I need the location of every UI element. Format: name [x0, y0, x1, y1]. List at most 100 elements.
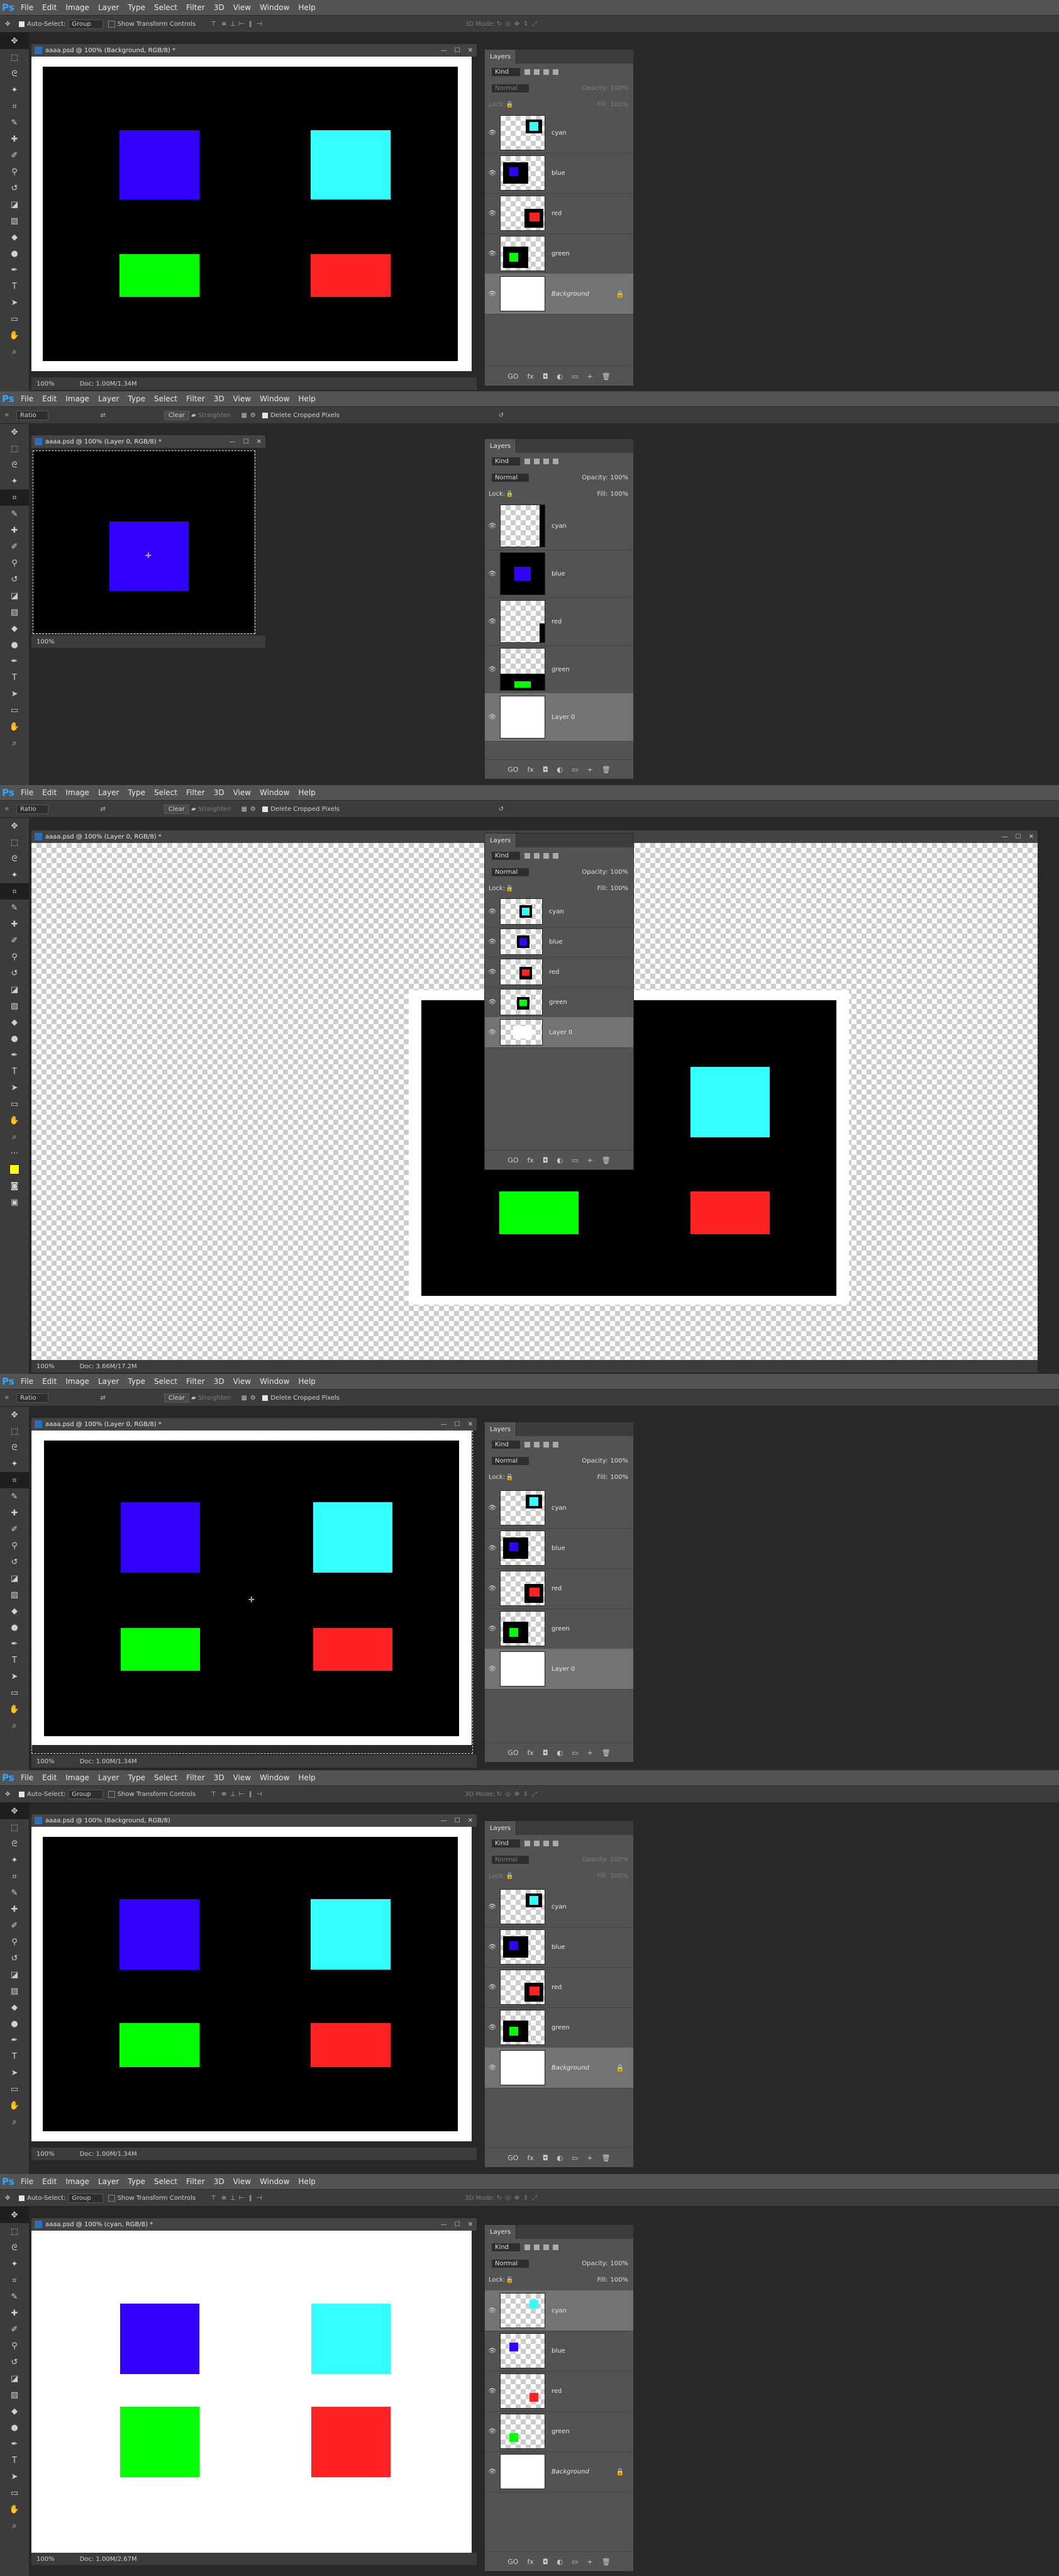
zoom-level[interactable]: 100% — [36, 381, 55, 388]
marquee-tool-icon[interactable]: ⬚ — [0, 1423, 29, 1439]
path-select-icon[interactable]: ➤ — [0, 686, 29, 702]
crop-tool-icon[interactable]: ⌗ — [0, 1868, 29, 1885]
visibility-eye-icon[interactable]: 👁 — [485, 1545, 500, 1552]
pan-3d-icon[interactable]: ✥ — [513, 2195, 521, 2202]
layer-row-cyan[interactable]: 👁 cyan — [485, 2290, 633, 2331]
fx-icon[interactable]: fx — [527, 2558, 533, 2566]
visibility-eye-icon[interactable]: 👁 — [485, 908, 500, 915]
menu-select[interactable]: Select — [150, 1377, 182, 1386]
brush-tool-icon[interactable]: ✐ — [0, 932, 29, 949]
menu-file[interactable]: File — [16, 788, 38, 797]
menu-file[interactable]: File — [16, 1377, 38, 1386]
align-middle-icon[interactable]: ≡ — [219, 21, 228, 28]
layer-row-cyan[interactable]: 👁 cyan — [485, 1887, 633, 1927]
layer-row-layer-0[interactable]: 👁 Layer 0 — [485, 693, 633, 742]
new-layer-icon[interactable]: + — [587, 2558, 593, 2566]
align-center-icon[interactable]: ‖ — [246, 1791, 255, 1798]
menu-image[interactable]: Image — [61, 1377, 94, 1386]
slide-3d-icon[interactable]: ⇕ — [521, 1791, 530, 1798]
layer-row-blue[interactable]: 👁 blue — [485, 1927, 633, 1968]
healing-brush-icon[interactable]: ✚ — [0, 916, 29, 932]
show-transform-checkbox[interactable]: Show Transform Controls — [108, 2194, 196, 2202]
zoom-level[interactable]: 100% — [36, 1758, 55, 1765]
blur-tool-icon[interactable]: ◆ — [0, 2403, 29, 2419]
dodge-tool-icon[interactable]: ● — [0, 1619, 29, 1636]
visibility-eye-icon[interactable]: 👁 — [485, 618, 500, 625]
tab-layers[interactable]: Layers — [485, 1422, 517, 1436]
move-tool-icon[interactable]: ✥ — [5, 2195, 14, 2202]
menu-layer[interactable]: Layer — [94, 788, 123, 797]
zoom-tool-icon[interactable]: ⌕ — [0, 1717, 29, 1734]
visibility-eye-icon[interactable]: 👁 — [485, 130, 500, 137]
eyedropper-icon[interactable]: ✎ — [0, 506, 29, 522]
healing-brush-icon[interactable]: ✚ — [0, 2305, 29, 2321]
pen-tool-icon[interactable]: ✒ — [0, 262, 29, 278]
eyedropper-icon[interactable]: ✎ — [0, 900, 29, 916]
menu-select[interactable]: Select — [150, 788, 182, 797]
dodge-tool-icon[interactable]: ● — [0, 2419, 29, 2436]
menu-3d[interactable]: 3D — [209, 1377, 229, 1386]
menu-window[interactable]: Window — [255, 3, 294, 12]
layer-row-red[interactable]: 👁 red — [485, 598, 633, 646]
show-transform-checkbox[interactable]: Show Transform Controls — [108, 1790, 196, 1798]
close-icon[interactable]: ✕ — [464, 1421, 477, 1428]
stamp-tool-icon[interactable]: ⚲ — [0, 164, 29, 180]
path-select-icon[interactable]: ➤ — [0, 2468, 29, 2485]
marquee-tool-icon[interactable]: ⬚ — [0, 440, 29, 457]
menu-view[interactable]: View — [229, 2177, 255, 2186]
path-select-icon[interactable]: ➤ — [0, 1668, 29, 1685]
visibility-eye-icon[interactable]: 👁 — [485, 1505, 500, 1512]
tab-layers[interactable]: Layers — [485, 50, 517, 64]
menu-view[interactable]: View — [229, 1377, 255, 1386]
visibility-eye-icon[interactable]: 👁 — [485, 170, 500, 177]
align-middle-icon[interactable]: ≡ — [219, 1791, 228, 1798]
gradient-tool-icon[interactable]: ▨ — [0, 2387, 29, 2403]
tab-layers[interactable]: Layers — [485, 834, 517, 847]
align-bottom-icon[interactable]: ⊥ — [228, 2195, 237, 2202]
hand-tool-icon[interactable]: ✋ — [0, 327, 29, 343]
zoom-tool-icon[interactable]: ⌕ — [0, 1129, 29, 1145]
auto-select-checkbox[interactable]: Auto-Select: — [19, 2195, 65, 2202]
fx-icon[interactable]: fx — [527, 1749, 533, 1757]
brush-tool-icon[interactable]: ✐ — [0, 147, 29, 164]
marquee-tool-icon[interactable]: ⬚ — [0, 49, 29, 65]
maximize-icon[interactable]: ☐ — [451, 2221, 464, 2228]
visibility-eye-icon[interactable]: 👁 — [485, 2024, 500, 2031]
delete-cropped-checkbox[interactable]: Delete Cropped Pixels — [262, 412, 340, 419]
delete-cropped-checkbox[interactable]: Delete Cropped Pixels — [262, 806, 340, 813]
visibility-eye-icon[interactable]: 👁 — [485, 2468, 500, 2475]
opacity-value[interactable]: 100% — [610, 869, 628, 876]
shape-filter-icon[interactable] — [553, 69, 559, 75]
align-center-icon[interactable]: ‖ — [246, 2195, 255, 2202]
menu-type[interactable]: Type — [123, 1773, 150, 1782]
straighten-icon[interactable]: ▰ — [189, 806, 198, 813]
menu-edit[interactable]: Edit — [38, 1377, 61, 1386]
history-brush-icon[interactable]: ↺ — [0, 1554, 29, 1570]
menu-help[interactable]: Help — [294, 788, 319, 797]
lasso-tool-icon[interactable]: ᘓ — [0, 1836, 29, 1852]
tab-layers[interactable]: Layers — [485, 2225, 517, 2239]
type-tool-icon[interactable]: T — [0, 2452, 29, 2468]
brush-tool-icon[interactable]: ✐ — [0, 2321, 29, 2338]
magic-wand-icon[interactable]: ✦ — [0, 1456, 29, 1472]
reset-icon[interactable]: ↺ — [497, 806, 506, 813]
straighten-label[interactable]: Straighten — [198, 1395, 231, 1402]
menu-filter[interactable]: Filter — [182, 788, 209, 797]
layer-row-blue[interactable]: 👁 blue — [485, 153, 633, 194]
visibility-eye-icon[interactable]: 👁 — [485, 1625, 500, 1632]
hand-tool-icon[interactable]: ✋ — [0, 718, 29, 735]
blur-tool-icon[interactable]: ◆ — [0, 1014, 29, 1030]
align-top-icon[interactable]: ⊤ — [211, 1791, 219, 1798]
visibility-eye-icon[interactable]: 👁 — [485, 2307, 500, 2314]
align-center-icon[interactable]: ‖ — [246, 21, 255, 28]
menu-filter[interactable]: Filter — [182, 1773, 209, 1782]
close-icon[interactable]: ✕ — [1025, 834, 1038, 840]
canvas-area[interactable]: ✛ — [31, 1430, 477, 1755]
document-tab[interactable]: aaaa.psd @ 100% (Layer 0, RGB/8) * — ☐ ✕ — [31, 435, 265, 448]
shape-tool-icon[interactable]: ▭ — [0, 1096, 29, 1112]
marquee-tool-icon[interactable]: ⬚ — [0, 834, 29, 850]
group-dropdown[interactable]: Group — [68, 2193, 103, 2203]
eyedropper-icon[interactable]: ✎ — [0, 1488, 29, 1505]
trash-icon[interactable]: 🗑 — [602, 2154, 611, 2162]
lock-icon[interactable]: 🔒 — [505, 101, 514, 108]
